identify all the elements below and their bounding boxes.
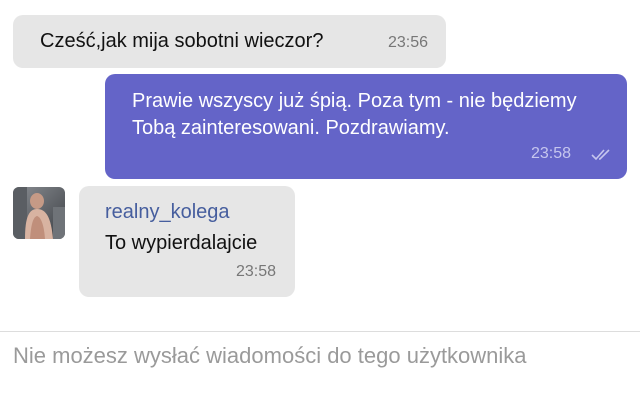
sender-name[interactable]: realny_kolega	[105, 201, 230, 224]
user-avatar[interactable]	[13, 187, 65, 239]
message-timestamp: 23:56	[388, 34, 429, 51]
double-check-icon	[591, 149, 610, 161]
message-text: To wypierdalajcie	[105, 232, 258, 254]
outgoing-message-bubble[interactable]: Prawie wszyscy już śpią. Poza tym - nie …	[105, 74, 627, 179]
incoming-message-bubble[interactable]: realny_kolega To wypierdalajcie 23:58	[79, 186, 295, 297]
message-timestamp: 23:58	[236, 263, 277, 280]
chat-message-list[interactable]: Cześć,jak mija sobotni wieczor? 23:56 Pr…	[0, 0, 640, 330]
composer-divider	[0, 331, 640, 332]
cannot-send-notice: Nie możesz wysłać wiadomości do tego uży…	[13, 343, 527, 368]
message-text: Cześć,jak mija sobotni wieczor?	[40, 30, 324, 52]
avatar-photo	[13, 187, 65, 239]
message-text: Prawie wszyscy już śpią. Poza tym - nie …	[132, 90, 577, 139]
message-timestamp: 23:58	[531, 145, 572, 162]
incoming-message-bubble[interactable]: Cześć,jak mija sobotni wieczor? 23:56	[13, 15, 446, 68]
